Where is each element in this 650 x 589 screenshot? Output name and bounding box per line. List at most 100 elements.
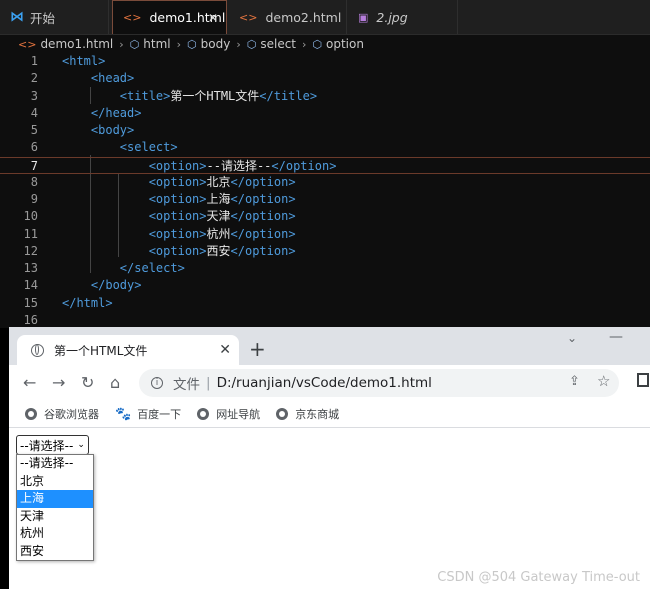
code-line[interactable]: 14 </body> bbox=[0, 277, 650, 294]
breadcrumb-item-file[interactable]: <> demo1.html bbox=[18, 37, 113, 51]
browser-tab-title: 第一个HTML文件 bbox=[54, 343, 148, 358]
html-tag-token: <title> bbox=[119, 88, 171, 103]
element-cube-icon: ⬡ bbox=[246, 37, 257, 51]
chevron-right-icon: › bbox=[176, 37, 182, 51]
code-line[interactable]: 13 </select> bbox=[0, 260, 650, 277]
close-tab-icon[interactable]: ✕ bbox=[219, 342, 231, 358]
bookmark-jd[interactable]: 京东商城 bbox=[276, 406, 339, 422]
tab-welcome[interactable]: ⋈ 开始 bbox=[0, 0, 109, 34]
html-tag-token: <option> bbox=[148, 174, 207, 189]
browser-toolbar: ← → ↻ ⌂ i 文件 | D:/ruanjian/vsCode/demo1.… bbox=[9, 365, 650, 401]
line-number: 9 bbox=[30, 192, 38, 206]
vscode-logo-icon: ⋈ bbox=[10, 9, 24, 25]
info-icon[interactable]: i bbox=[151, 377, 163, 389]
breadcrumb-item-select[interactable]: ⬡ select bbox=[247, 37, 296, 51]
code-line[interactable]: 11 <option>杭州</option> bbox=[0, 226, 650, 243]
minimize-button[interactable]: — bbox=[609, 329, 623, 345]
code-text: <option>北京</option> bbox=[62, 174, 296, 191]
html-tag-token: </title> bbox=[259, 88, 318, 103]
text-token: 上海 bbox=[206, 192, 231, 206]
html-tag-token: </option> bbox=[271, 158, 337, 173]
breadcrumb-item-body[interactable]: ⬡ body bbox=[187, 37, 230, 51]
element-cube-icon: ⬡ bbox=[312, 37, 323, 51]
close-icon[interactable]: ✕ bbox=[208, 11, 218, 25]
tab-search-chevron-icon[interactable]: ⌄ bbox=[567, 331, 577, 345]
code-line[interactable]: 1 <html> bbox=[0, 53, 650, 70]
html-file-icon: <> bbox=[18, 37, 37, 51]
code-line-current[interactable]: 7 <option>--请选择--</option> bbox=[0, 156, 650, 174]
code-line[interactable]: 10 <option>天津</option> bbox=[0, 208, 650, 225]
select-option[interactable]: --请选择-- bbox=[17, 455, 93, 473]
home-icon[interactable]: ⌂ bbox=[110, 373, 120, 392]
bookmark-baidu[interactable]: 🐾 百度一下 bbox=[115, 406, 181, 422]
html-file-icon: <> bbox=[239, 10, 258, 24]
select-option[interactable]: 杭州 bbox=[17, 525, 93, 543]
address-bar[interactable]: i 文件 | D:/ruanjian/vsCode/demo1.html bbox=[139, 369, 619, 397]
html-file-icon: <> bbox=[123, 11, 142, 24]
breadcrumb-label: option bbox=[326, 37, 364, 51]
bookmark-nav[interactable]: 网址导航 bbox=[197, 406, 260, 422]
html-tag-token: </html> bbox=[62, 295, 113, 310]
reload-icon[interactable]: ↻ bbox=[81, 373, 94, 392]
bookmark-label: 京东商城 bbox=[295, 408, 340, 421]
code-line[interactable]: 6 <select> bbox=[0, 139, 650, 156]
browser-tab[interactable]: 第一个HTML文件 ✕ bbox=[17, 335, 239, 365]
html-tag-token: <head> bbox=[90, 71, 135, 86]
back-icon[interactable]: ← bbox=[23, 373, 36, 392]
chevron-right-icon: › bbox=[236, 37, 241, 51]
code-line[interactable]: 15 </html> bbox=[0, 295, 650, 312]
code-line[interactable]: 4 </head> bbox=[0, 105, 650, 122]
breadcrumb-item-html[interactable]: ⬡ html bbox=[130, 37, 171, 51]
code-editor[interactable]: 1 <html> 2 <head> 3 <title>第一个HTML文件</title… bbox=[0, 53, 650, 328]
chevron-right-icon: › bbox=[302, 37, 307, 51]
tab-image[interactable]: ▣ 2.jpg bbox=[348, 0, 458, 34]
address-url: D:/ruanjian/vsCode/demo1.html bbox=[216, 375, 432, 391]
tab-demo2[interactable]: <> demo2.html bbox=[229, 0, 347, 34]
code-line[interactable]: 2 <head> bbox=[0, 70, 650, 87]
text-token: 天津 bbox=[206, 209, 231, 224]
code-line[interactable]: 5 <body> bbox=[0, 122, 650, 139]
text-token: 北京 bbox=[206, 174, 231, 189]
new-tab-button[interactable]: + bbox=[249, 337, 266, 361]
code-text: </select> bbox=[62, 260, 185, 277]
breadcrumb: <> demo1.html › ⬡ html › ⬡ body › ⬡ sele… bbox=[0, 35, 650, 53]
breadcrumb-label: body bbox=[200, 37, 231, 51]
globe-icon bbox=[31, 343, 44, 357]
code-line[interactable]: 9 <option>上海</option> bbox=[0, 191, 650, 208]
address-scheme-label: 文件 bbox=[173, 377, 200, 393]
breadcrumb-label: select bbox=[260, 37, 296, 51]
bookmark-label: 网址导航 bbox=[216, 408, 261, 421]
share-icon[interactable]: ⇪ bbox=[569, 374, 580, 389]
code-line[interactable]: 8 <option>北京</option> bbox=[0, 174, 650, 191]
city-select[interactable]: --请选择-- ⌄ bbox=[16, 435, 89, 455]
select-option[interactable]: 北京 bbox=[17, 473, 93, 491]
line-number: 8 bbox=[30, 174, 38, 189]
forward-icon[interactable]: → bbox=[52, 373, 65, 392]
side-panel-icon[interactable] bbox=[637, 373, 649, 387]
code-line[interactable]: 12 <option>西安</option> bbox=[0, 243, 650, 260]
html-tag-token: <body> bbox=[90, 123, 135, 137]
code-text: <title>第一个HTML文件</title> bbox=[62, 88, 317, 105]
select-option[interactable]: 西安 bbox=[17, 543, 93, 561]
code-line[interactable]: 3 <title>第一个HTML文件</title> bbox=[0, 88, 650, 105]
line-number: 11 bbox=[23, 226, 38, 241]
code-text: </body> bbox=[62, 277, 142, 294]
breadcrumb-item-option[interactable]: ⬡ option bbox=[312, 37, 364, 51]
globe-icon bbox=[197, 408, 210, 420]
line-number: 1 bbox=[30, 54, 38, 68]
tab-demo1[interactable]: <> demo1.html ✕ bbox=[112, 0, 227, 34]
line-number: 15 bbox=[23, 295, 38, 310]
bookmark-star-icon[interactable]: ☆ bbox=[597, 372, 610, 390]
select-option[interactable]: 天津 bbox=[17, 508, 93, 526]
breadcrumb-label: html bbox=[143, 37, 171, 51]
line-number: 12 bbox=[23, 243, 38, 258]
select-option-highlighted[interactable]: 上海 bbox=[17, 490, 93, 508]
bookmark-google-browser[interactable]: 谷歌浏览器 bbox=[25, 406, 99, 422]
